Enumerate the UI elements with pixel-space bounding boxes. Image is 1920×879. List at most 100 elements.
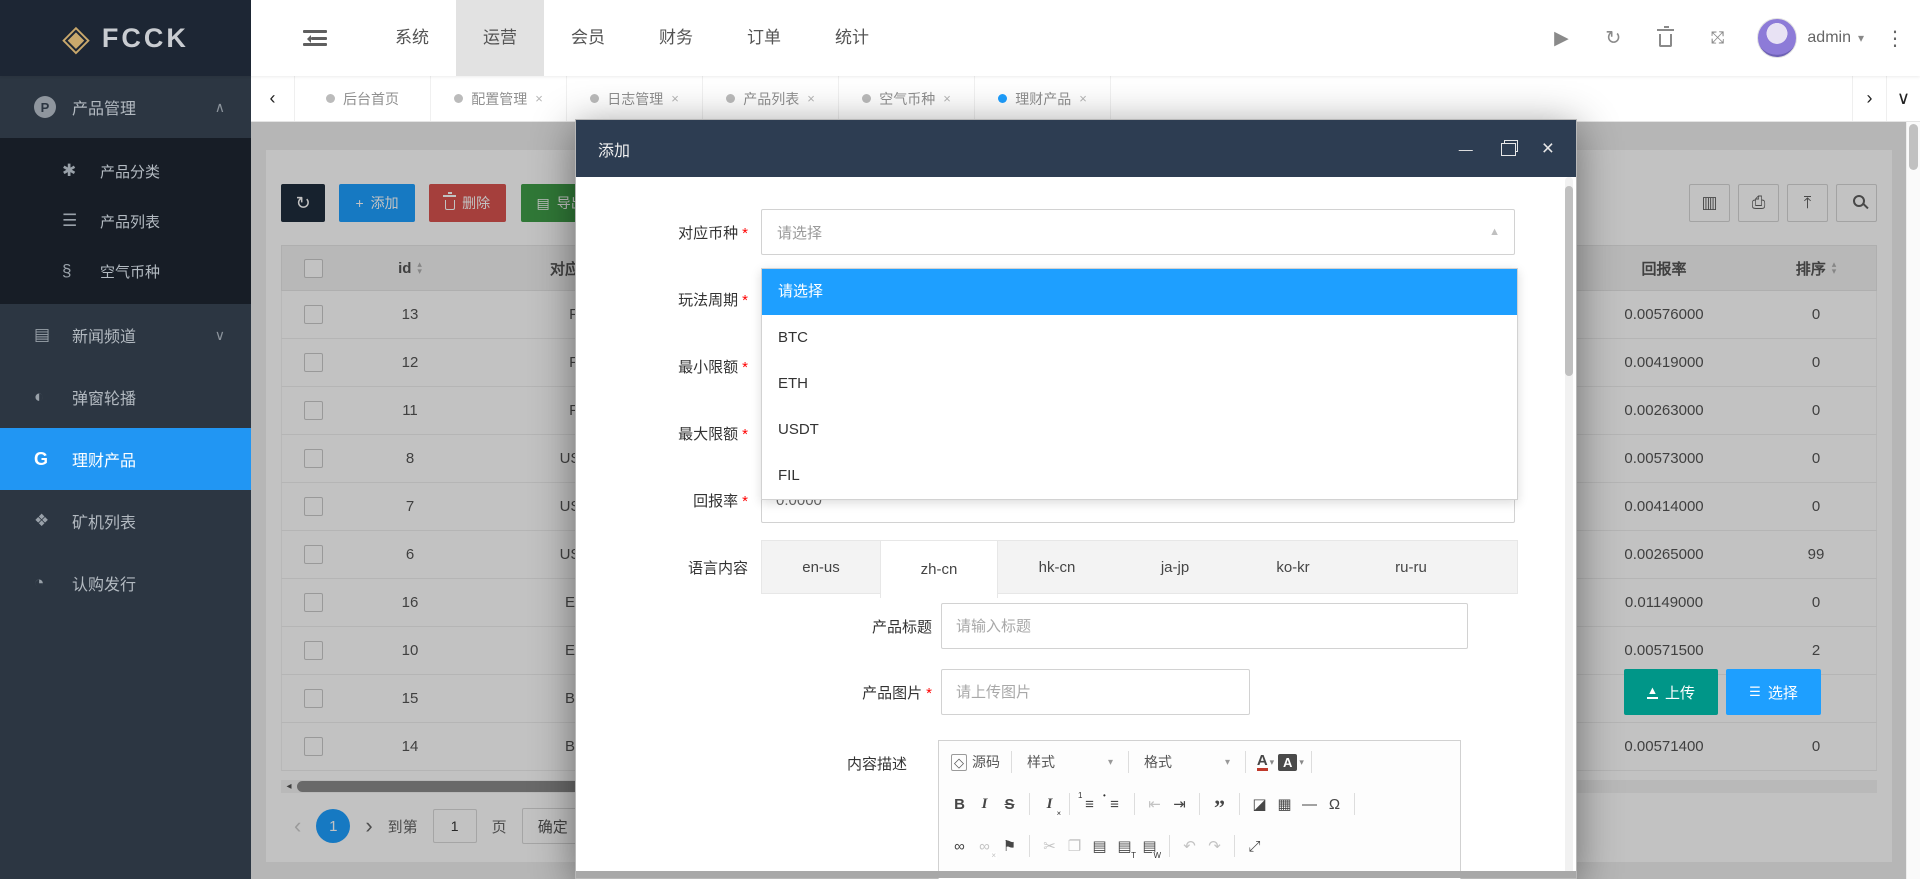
tab-config[interactable]: 配置管理 × [431, 76, 567, 121]
bg-color-icon[interactable]: A▾ [1278, 748, 1304, 776]
sidebar-group-news-channel[interactable]: ▤ 新闻频道 ∨ [0, 304, 251, 366]
sidebar-item-miner-list[interactable]: ❖ 矿机列表 [0, 490, 251, 552]
trash-icon[interactable] [1639, 0, 1691, 76]
maximize-icon[interactable] [1501, 143, 1514, 154]
italic-icon[interactable]: I [972, 790, 997, 818]
tab-log[interactable]: 日志管理 × [567, 76, 703, 121]
lang-tab-ja-jp[interactable]: ja-jp [1116, 541, 1234, 593]
dropdown-option-usdt[interactable]: USDT [762, 407, 1517, 453]
lang-tab-ko-kr[interactable]: ko-kr [1234, 541, 1352, 593]
dropdown-option-placeholder[interactable]: 请选择 [762, 269, 1517, 315]
more-vert-icon[interactable]: ⋮ [1880, 26, 1910, 51]
bullet-list-icon[interactable]: •≡ [1102, 790, 1127, 818]
user-avatar[interactable] [1757, 18, 1797, 58]
paste-icon[interactable]: ▤ [1087, 832, 1112, 860]
sidebar-item-label: 产品管理 [72, 95, 136, 119]
product-title-input[interactable] [941, 603, 1468, 649]
horizontal-rule-icon[interactable]: ― [1297, 790, 1322, 818]
tab-home[interactable]: 后台首页 [295, 76, 431, 121]
sidebar-item-wealth-product[interactable]: G 理财产品 [0, 428, 251, 490]
top-menu-order[interactable]: 订单 [720, 0, 808, 76]
tab-close-icon[interactable]: × [535, 91, 543, 106]
coin-select[interactable]: 请选择 ▲ [761, 209, 1515, 255]
user-caret-down-icon[interactable]: ▾ [1858, 31, 1864, 45]
tab-label: 后台首页 [343, 89, 399, 109]
remove-format-icon[interactable]: I× [1037, 790, 1062, 818]
choose-button[interactable]: ☰ 选择 [1726, 669, 1821, 715]
tab-scroll-right-icon[interactable]: › [1852, 76, 1886, 121]
fullscreen-icon[interactable] [1691, 0, 1743, 76]
brand-name: FCCK [102, 23, 189, 54]
tab-close-icon[interactable]: × [943, 91, 951, 106]
product-image-input[interactable] [941, 669, 1250, 715]
image-icon[interactable]: ◪ [1247, 790, 1272, 818]
blockquote-icon[interactable]: ” [1207, 790, 1232, 818]
tab-close-icon[interactable]: × [1079, 91, 1087, 106]
dropdown-option-eth[interactable]: ETH [762, 361, 1517, 407]
sidebar-item-product-category[interactable]: ✱ 产品分类 [0, 146, 251, 196]
modal-header[interactable]: 添加 — × [576, 120, 1576, 177]
sidebar-group-product-mgmt[interactable]: P 产品管理 ∧ [0, 76, 251, 138]
lang-tab-ru-ru[interactable]: ru-ru [1352, 541, 1470, 593]
sidebar-item-air-coin[interactable]: § 空气币种 [0, 246, 251, 296]
lang-tab-hk-cn[interactable]: hk-cn [998, 541, 1116, 593]
minimize-icon[interactable]: — [1459, 142, 1473, 156]
top-menu-finance[interactable]: 财务 [632, 0, 720, 76]
modal-scrollbar-thumb[interactable] [1565, 186, 1573, 376]
top-menu-system[interactable]: 系统 [368, 0, 456, 76]
tab-wealth-product[interactable]: 理财产品 × [975, 76, 1111, 121]
required-asterisk: * [742, 426, 748, 443]
close-icon[interactable]: × [1542, 138, 1554, 159]
p-circle-icon: P [34, 96, 72, 118]
sidebar-item-product-list[interactable]: ☰ 产品列表 [0, 196, 251, 246]
max-field-label: 最大限额* [576, 423, 748, 444]
tab-scroll-left-icon[interactable]: ‹ [251, 76, 295, 121]
tab-close-icon[interactable]: × [807, 91, 815, 106]
refresh-icon[interactable]: ↻ [1587, 0, 1639, 76]
editor-toolbar-row-1: ◇ 源码 样式 ▾ 格式 ▾ A▾ A▾ [939, 741, 1460, 783]
dropdown-option-btc[interactable]: BTC [762, 315, 1517, 361]
sidebar-toggle-icon[interactable] [303, 28, 327, 48]
tab-close-icon[interactable]: × [671, 91, 679, 106]
dropdown-option-fil[interactable]: FIL [762, 453, 1517, 499]
sidebar-item-subscription-issue[interactable]: ◔ 认购发行 [0, 552, 251, 614]
top-menu-member[interactable]: 会员 [544, 0, 632, 76]
lang-tab-en-us[interactable]: en-us [762, 541, 880, 593]
modal-body: 对应币种* 请选择 ▲ 玩法周期* 最小限额* 最大限额* [576, 177, 1576, 878]
lang-tab-zh-cn[interactable]: zh-cn [880, 541, 998, 598]
page-scrollbar-thumb[interactable] [1909, 124, 1918, 170]
required-asterisk: * [742, 493, 748, 510]
play-icon[interactable]: ▶ [1535, 0, 1587, 76]
modal-scrollbar[interactable] [1565, 177, 1573, 878]
paste-text-icon[interactable]: ▤T [1112, 832, 1137, 860]
tab-menu-chevron-down-icon[interactable]: ∨ [1886, 76, 1920, 121]
bold-icon[interactable]: B [947, 790, 972, 818]
ordered-list-icon[interactable]: 1≡ [1077, 790, 1102, 818]
style-combo[interactable]: 样式 ▾ [1019, 748, 1121, 776]
format-combo[interactable]: 格式 ▾ [1136, 748, 1238, 776]
username-label[interactable]: admin [1807, 29, 1851, 47]
top-menu-stats[interactable]: 统计 [808, 0, 896, 76]
special-char-icon[interactable]: Ω [1322, 790, 1347, 818]
tab-air-coin[interactable]: 空气币种 × [839, 76, 975, 121]
anchor-icon[interactable]: ⚑ [997, 832, 1022, 860]
sidebar-item-label: 弹窗轮播 [72, 385, 136, 409]
page-scrollbar[interactable] [1906, 122, 1920, 879]
paste-word-icon[interactable]: ▤W [1137, 832, 1162, 860]
upload-button[interactable]: ▲ 上传 [1624, 669, 1718, 715]
link-icon[interactable]: ∞ [947, 832, 972, 860]
maximize-editor-icon[interactable]: ⤢ [1242, 832, 1267, 860]
sidebar-item-popup-carousel[interactable]: ◐ 弹窗轮播 [0, 366, 251, 428]
indent-icon[interactable]: ⇥ [1167, 790, 1192, 818]
caret-down-icon: ▾ [1108, 757, 1113, 768]
unlink-icon: ∞× [972, 832, 997, 860]
top-menu-operation[interactable]: 运营 [456, 0, 544, 76]
redo-icon: ↷ [1202, 832, 1227, 860]
text-color-icon[interactable]: A▾ [1253, 748, 1278, 776]
strikethrough-icon[interactable]: S [997, 790, 1022, 818]
tab-product-list[interactable]: 产品列表 × [703, 76, 839, 121]
table-icon[interactable]: ▦ [1272, 790, 1297, 818]
popup-icon: ◐ [34, 387, 72, 407]
source-button[interactable]: ◇ 源码 [947, 752, 1004, 772]
top-menu: 系统 运营 会员 财务 订单 统计 [368, 0, 896, 76]
